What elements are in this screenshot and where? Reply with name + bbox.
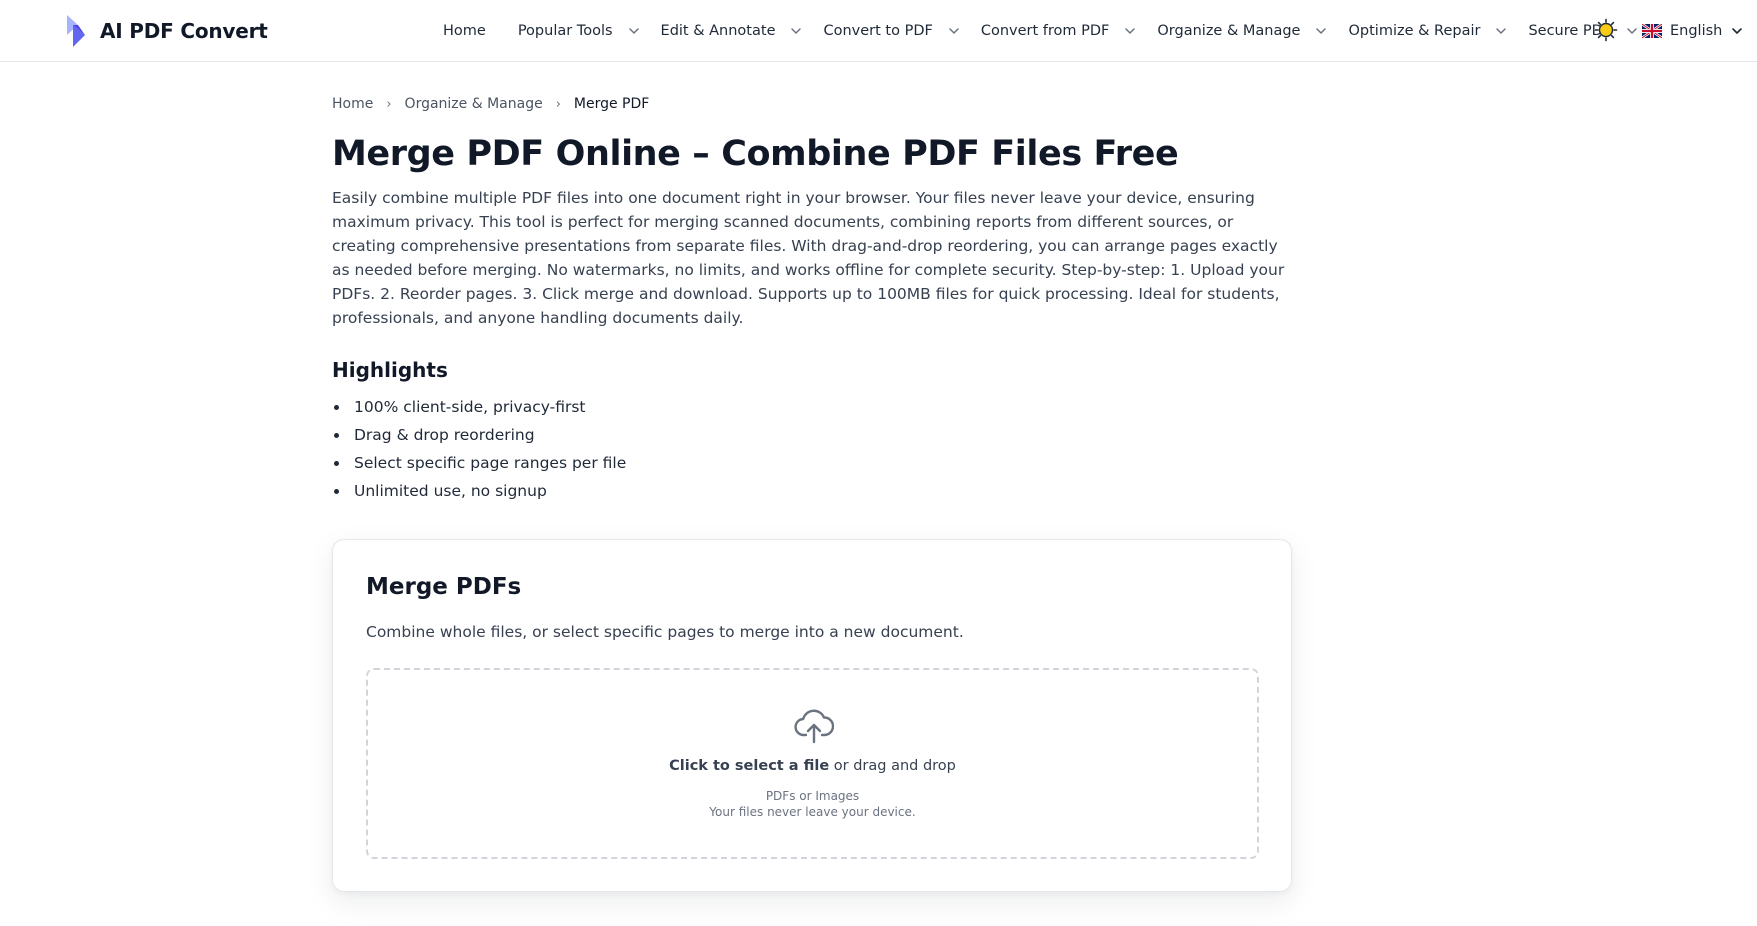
nav-item-label: Convert from PDF [980, 23, 1110, 39]
highlight-item: Unlimited use, no signup [332, 477, 1292, 505]
dropzone-cta-rest: or drag and drop [829, 758, 956, 774]
site-header: AI PDF Convert Home Popular Tools Edit &… [0, 0, 1757, 62]
breadcrumb-organize-link[interactable]: Organize & Manage [405, 96, 543, 112]
highlights-title: Highlights [332, 358, 448, 382]
nav-item-convert-to-pdf[interactable]: Convert to PDF [823, 23, 960, 39]
highlights-list: 100% client-side, privacy-first Drag & d… [332, 393, 1292, 505]
main-content: Home › Organize & Manage › Merge PDF Mer… [332, 62, 1292, 505]
theme-toggle-button[interactable] [1594, 18, 1618, 42]
nav-item-label: Home [443, 23, 486, 39]
nav-item-label: Popular Tools [517, 23, 613, 39]
brand-name: AI PDF Convert [100, 19, 268, 43]
highlight-item: 100% client-side, privacy-first [332, 393, 1292, 421]
dropzone-cta: Click to select a file or drag and drop [368, 758, 1257, 774]
cloud-upload-icon [794, 708, 834, 744]
tool-title: Merge PDFs [366, 574, 522, 600]
language-label: English [1670, 23, 1723, 39]
brand-logo-icon [67, 15, 85, 47]
breadcrumb-current: Merge PDF [573, 96, 650, 112]
breadcrumb-separator: › [555, 96, 561, 112]
nav-item-optimize-repair[interactable]: Optimize & Repair [1348, 23, 1508, 39]
nav-item-label: Organize & Manage [1157, 23, 1301, 39]
nav-item-organize-manage[interactable]: Organize & Manage [1157, 23, 1328, 39]
breadcrumb-separator: › [386, 96, 392, 112]
nav-item-label: Edit & Annotate [660, 23, 776, 39]
nav-item-label: Convert to PDF [823, 23, 933, 39]
chevron-down-icon [947, 24, 961, 38]
breadcrumb-home-link[interactable]: Home [332, 96, 373, 112]
chevron-down-icon [1494, 24, 1508, 38]
nav-item-home[interactable]: Home [443, 23, 486, 39]
chevron-down-icon [1625, 24, 1639, 38]
dropzone-privacy-note: Your files never leave your device. [709, 805, 916, 819]
chevron-down-icon [1123, 24, 1137, 38]
dropzone-accepted-types: PDFs or Images [765, 789, 860, 803]
highlight-item: Select specific page ranges per file [332, 449, 1292, 477]
main-nav: Home Popular Tools Edit & Annotate Conve… [443, 0, 1639, 62]
chevron-down-icon [789, 24, 803, 38]
tool-description: Combine whole files, or select specific … [366, 623, 964, 641]
file-dropzone[interactable]: Click to select a file or drag and drop … [366, 668, 1259, 859]
brand-logo-link[interactable]: AI PDF Convert [64, 14, 268, 48]
chevron-down-icon [1730, 24, 1744, 38]
highlight-item: Drag & drop reordering [332, 421, 1292, 449]
dropzone-cta-strong[interactable]: Click to select a file [669, 758, 829, 774]
page-title: Merge PDF Online – Combine PDF Files Fre… [332, 134, 1179, 174]
sun-icon [1594, 18, 1618, 42]
chevron-down-icon [1314, 24, 1328, 38]
uk-flag-icon [1642, 24, 1662, 38]
nav-item-edit-annotate[interactable]: Edit & Annotate [661, 23, 804, 39]
language-selector[interactable]: English [1642, 0, 1744, 62]
nav-item-convert-from-pdf[interactable]: Convert from PDF [981, 23, 1138, 39]
breadcrumb: Home › Organize & Manage › Merge PDF [332, 96, 1292, 112]
page-intro: Easily combine multiple PDF files into o… [332, 189, 1285, 327]
nav-item-popular-tools[interactable]: Popular Tools [518, 23, 641, 39]
nav-item-label: Optimize & Repair [1348, 23, 1481, 39]
nav-item-secure-pdf[interactable]: Secure PDF [1528, 23, 1639, 39]
chevron-down-icon [627, 24, 641, 38]
merge-tool-card: Merge PDFs Combine whole files, or selec… [332, 539, 1292, 892]
dropzone-hints: PDFs or Images Your files never leave yo… [368, 788, 1257, 820]
